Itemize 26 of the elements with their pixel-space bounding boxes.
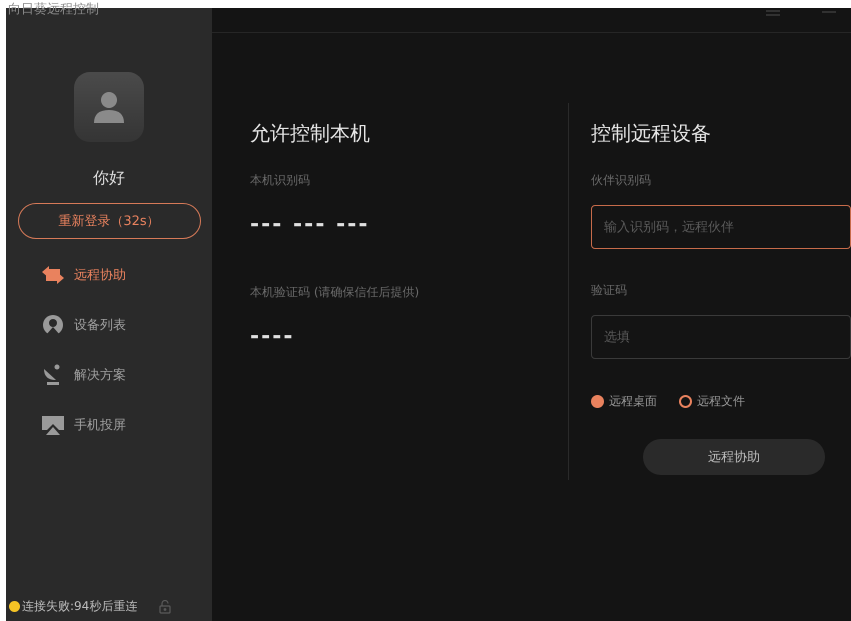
radio-label[interactable]: 远程文件 (697, 393, 745, 410)
input-field[interactable]: 输入识别码，远程伙伴 (591, 205, 851, 249)
remote-assist-button[interactable]: 远程协助 (643, 439, 825, 475)
input-field[interactable]: 选填 (591, 315, 851, 359)
screen-cast-icon (40, 414, 66, 436)
nav-item[interactable]: 解决方案 (40, 364, 126, 386)
panel-title: 控制远程设备 (591, 120, 712, 147)
nav-item[interactable]: 设备列表 (40, 314, 126, 336)
location-pin-icon (40, 314, 66, 336)
panel-title: 允许控制本机 (250, 120, 371, 147)
code-value: --- --- --- (250, 213, 370, 237)
user-greeting: 你好 (93, 168, 125, 189)
field-label: 伙伴识别码 (591, 172, 652, 189)
relogin-button[interactable]: 重新登录（32s） (18, 203, 200, 239)
radio-button[interactable] (591, 395, 604, 408)
nav-item[interactable]: 手机投屏 (40, 414, 126, 436)
lock-icon (159, 600, 172, 614)
swap-arrows-icon (40, 265, 66, 285)
field-label: 验证码 (591, 282, 628, 299)
nav-item[interactable]: 远程协助 (40, 264, 126, 286)
code-value: ---- (250, 325, 296, 349)
field-label: 本机验证码 (请确保信任后提供) (250, 284, 420, 301)
radio-label[interactable]: 远程桌面 (609, 393, 657, 410)
status-text: 连接失败:94秒后重连 (22, 598, 138, 615)
radio-button[interactable] (679, 395, 692, 408)
field-label: 本机识别码 (250, 172, 311, 189)
